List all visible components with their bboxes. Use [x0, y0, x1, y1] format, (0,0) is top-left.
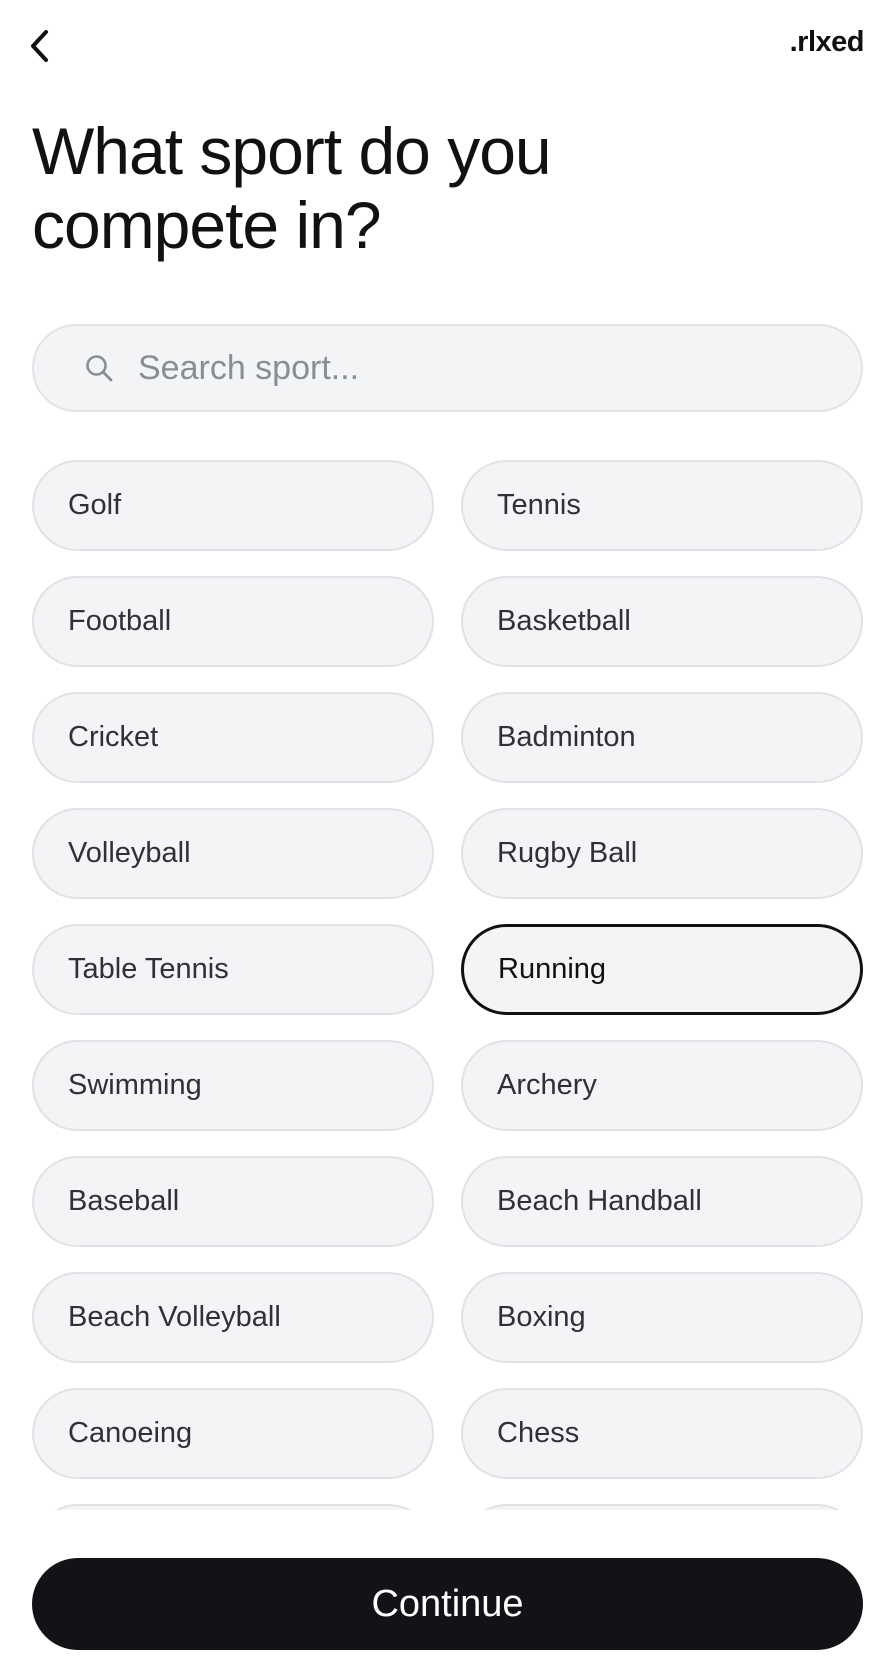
sport-option[interactable]: Running [461, 924, 863, 1015]
top-bar: .rlxed [0, 0, 892, 90]
sport-option[interactable]: Tennis [461, 460, 863, 551]
sport-option[interactable]: Swimming [32, 1040, 434, 1131]
sport-option[interactable]: Football [32, 576, 434, 667]
back-button[interactable] [22, 26, 58, 66]
sport-list[interactable]: Golf Tennis Football Basketball Cricket Badmi… [0, 458, 892, 1510]
sport-option[interactable]: Golf [32, 460, 434, 551]
sport-option[interactable]: Chess [461, 1388, 863, 1479]
sport-option[interactable]: Cricket [32, 692, 434, 783]
search-icon [86, 355, 113, 382]
sport-option[interactable]: Archery [461, 1040, 863, 1131]
sport-option[interactable]: Volleyball [32, 808, 434, 899]
sport-option[interactable]: Beach Handball [461, 1156, 863, 1247]
chevron-left-icon [31, 30, 48, 62]
page-title: What sport do you compete in? [32, 114, 552, 262]
sport-option[interactable]: Baseball [32, 1156, 434, 1247]
sport-option[interactable]: Basketball [461, 576, 863, 667]
sport-option[interactable]: Rugby Ball [461, 808, 863, 899]
brand-logo: .rlxed [789, 26, 865, 58]
continue-button[interactable]: Continue [32, 1558, 863, 1650]
sport-option[interactable]: Canoeing [32, 1388, 434, 1479]
search-input[interactable] [138, 348, 778, 388]
sport-option[interactable] [32, 1504, 434, 1510]
search-bar[interactable] [32, 324, 863, 412]
sport-option[interactable]: Table Tennis [32, 924, 434, 1015]
sport-option[interactable]: Beach Volleyball [32, 1272, 434, 1363]
sport-option[interactable] [461, 1504, 863, 1510]
sport-grid: Golf Tennis Football Basketball Cricket Badmi… [32, 460, 864, 1510]
sport-option[interactable]: Boxing [461, 1272, 863, 1363]
sport-option[interactable]: Badminton [461, 692, 863, 783]
